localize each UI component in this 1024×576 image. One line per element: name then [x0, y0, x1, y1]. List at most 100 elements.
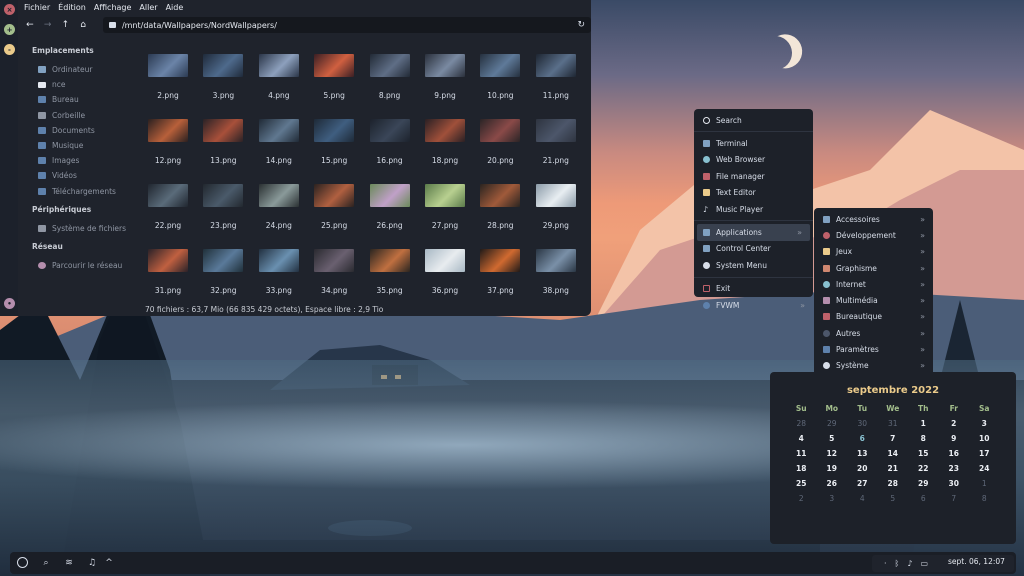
sidebar-item-videos[interactable]: Vidéos: [32, 168, 134, 183]
file-item[interactable]: 32.png: [199, 249, 247, 295]
file-item[interactable]: 37.png: [476, 249, 524, 295]
chevron-up-icon[interactable]: ^: [101, 555, 117, 571]
calendar-day[interactable]: 6: [908, 494, 939, 503]
calendar-day[interactable]: 8: [908, 434, 939, 443]
layers-icon[interactable]: ≋: [61, 555, 77, 571]
path-bar[interactable]: /mnt/data/Wallpapers/NordWallpapers/ ↻: [102, 17, 591, 33]
calendar-day[interactable]: 10: [969, 434, 1000, 443]
circle-icon[interactable]: [17, 557, 28, 568]
calendar-day[interactable]: 12: [817, 449, 848, 458]
sidebar-item-documents[interactable]: Documents: [32, 123, 134, 138]
calendar-day[interactable]: 9: [939, 434, 970, 443]
submenu-item-graphisme[interactable]: Graphisme»: [814, 260, 933, 276]
calendar-day[interactable]: 14: [878, 449, 909, 458]
file-item[interactable]: 22.png: [144, 184, 192, 230]
sidebar-item-network[interactable]: Parcourir le réseau: [32, 258, 134, 273]
calendar-day[interactable]: 2: [786, 494, 817, 503]
file-item[interactable]: 21.png: [532, 119, 580, 165]
calendar-day[interactable]: 16: [939, 449, 970, 458]
menu-item-fvwm[interactable]: FVWM»: [694, 297, 813, 313]
calendar-day[interactable]: 13: [847, 449, 878, 458]
more-icon[interactable]: •: [4, 298, 15, 309]
file-item[interactable]: 15.png: [310, 119, 358, 165]
submenu-item-developpement[interactable]: Développement»: [814, 227, 933, 243]
file-item[interactable]: 24.png: [255, 184, 303, 230]
menu-item-web-browser[interactable]: Web Browser: [694, 152, 813, 168]
file-item[interactable]: 38.png: [532, 249, 580, 295]
sidebar-item-corbeille[interactable]: Corbeille: [32, 108, 134, 123]
file-item[interactable]: 18.png: [421, 119, 469, 165]
maximize-icon[interactable]: +: [4, 24, 15, 35]
close-icon[interactable]: ×: [4, 4, 15, 15]
file-item[interactable]: 16.png: [366, 119, 414, 165]
calendar-day[interactable]: 28: [878, 479, 909, 488]
file-item[interactable]: 28.png: [476, 184, 524, 230]
file-item[interactable]: 8.png: [366, 54, 414, 100]
calendar-day[interactable]: 27: [847, 479, 878, 488]
calendar-day[interactable]: 21: [878, 464, 909, 473]
menu-item-applications[interactable]: Applications»: [697, 224, 810, 241]
forward-icon[interactable]: →: [40, 17, 56, 33]
calendar-day[interactable]: 6: [847, 434, 878, 443]
file-item[interactable]: 33.png: [255, 249, 303, 295]
calendar-day[interactable]: 11: [786, 449, 817, 458]
submenu-item-multimedia[interactable]: Multimédia»: [814, 292, 933, 308]
home-icon[interactable]: ⌂: [75, 17, 91, 33]
calendar-day[interactable]: 24: [969, 464, 1000, 473]
menu-item-file-manager[interactable]: File manager: [694, 168, 813, 184]
menu-aide[interactable]: Aide: [166, 3, 184, 12]
bell-icon[interactable]: ♫: [84, 555, 100, 571]
calendar-day[interactable]: 5: [817, 434, 848, 443]
file-item[interactable]: 27.png: [421, 184, 469, 230]
sidebar-item-musique[interactable]: Musique: [32, 138, 134, 153]
menu-item-system-menu[interactable]: System Menu: [694, 257, 813, 273]
file-item[interactable]: 9.png: [421, 54, 469, 100]
calendar-day[interactable]: 2: [939, 419, 970, 428]
file-item[interactable]: 4.png: [255, 54, 303, 100]
file-item[interactable]: 29.png: [532, 184, 580, 230]
submenu-item-jeux[interactable]: Jeux»: [814, 244, 933, 260]
volume-icon[interactable]: ♪: [907, 559, 912, 568]
submenu-item-internet[interactable]: Internet»: [814, 276, 933, 292]
calendar-day[interactable]: 15: [908, 449, 939, 458]
file-item[interactable]: 31.png: [144, 249, 192, 295]
menu-item-exit[interactable]: Exit: [694, 281, 813, 297]
calendar-day[interactable]: 29: [908, 479, 939, 488]
file-item[interactable]: 25.png: [310, 184, 358, 230]
file-item[interactable]: 23.png: [199, 184, 247, 230]
sidebar-item-home[interactable]: nce: [32, 77, 134, 92]
menu-fichier[interactable]: Fichier: [24, 3, 50, 12]
calendar-day[interactable]: 19: [817, 464, 848, 473]
menu-item-music-player[interactable]: ♪ Music Player: [694, 201, 813, 217]
calendar-day[interactable]: 18: [786, 464, 817, 473]
refresh-icon[interactable]: ↻: [577, 20, 585, 30]
battery-icon[interactable]: ▭: [920, 559, 928, 568]
calendar-day[interactable]: 30: [939, 479, 970, 488]
calendar-day[interactable]: 1: [908, 419, 939, 428]
submenu-item-bureautique[interactable]: Bureautique»: [814, 309, 933, 325]
calendar-day[interactable]: 29: [817, 419, 848, 428]
file-item[interactable]: 12.png: [144, 119, 192, 165]
calendar-day[interactable]: 23: [939, 464, 970, 473]
calendar-day[interactable]: 17: [969, 449, 1000, 458]
file-item[interactable]: 26.png: [366, 184, 414, 230]
submenu-item-accessoires[interactable]: Accessoires»: [814, 211, 933, 227]
sidebar-item-filesystem[interactable]: Système de fichiers: [32, 221, 134, 236]
file-item[interactable]: 34.png: [310, 249, 358, 295]
calendar-day[interactable]: 3: [969, 419, 1000, 428]
file-item[interactable]: 2.png: [144, 54, 192, 100]
clock[interactable]: sept. 06, 12:07: [948, 557, 1005, 566]
file-item[interactable]: 36.png: [421, 249, 469, 295]
calendar-day[interactable]: 25: [786, 479, 817, 488]
calendar-day[interactable]: 5: [878, 494, 909, 503]
calendar-day[interactable]: 28: [786, 419, 817, 428]
calendar-day[interactable]: 20: [847, 464, 878, 473]
submenu-item-autres[interactable]: Autres»: [814, 325, 933, 341]
calendar-day[interactable]: 31: [878, 419, 909, 428]
menu-item-control-center[interactable]: Control Center: [694, 241, 813, 257]
menu-item-text-editor[interactable]: Text Editor: [694, 185, 813, 201]
up-icon[interactable]: ↑: [57, 17, 73, 33]
file-item[interactable]: 35.png: [366, 249, 414, 295]
back-icon[interactable]: ←: [22, 17, 38, 33]
bluetooth-icon[interactable]: ᛒ: [895, 559, 900, 568]
